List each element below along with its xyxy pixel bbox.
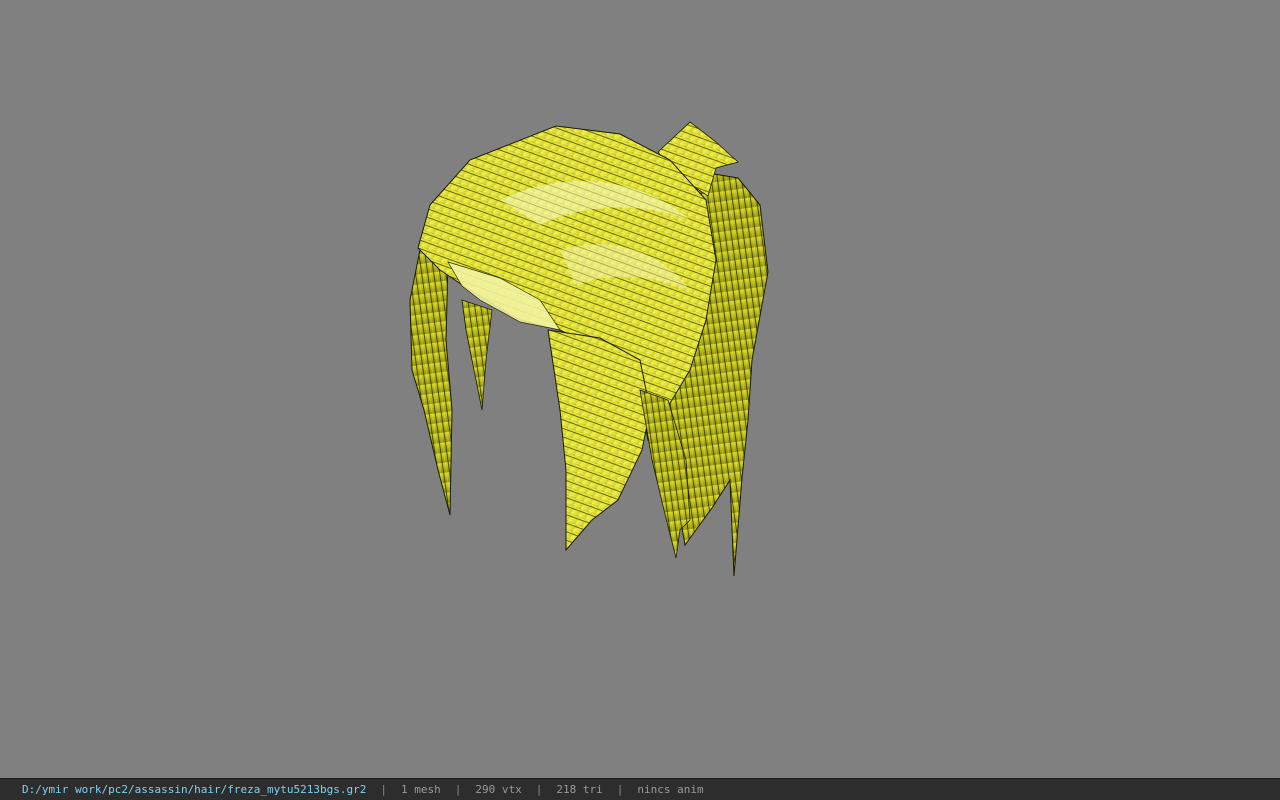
triangle-count: 218 tri <box>556 783 603 796</box>
status-separator: | <box>535 783 543 796</box>
status-bar: D:/ymir work/pc2/assassin/hair/freza_myt… <box>0 778 1280 800</box>
file-path: D:/ymir work/pc2/assassin/hair/freza_myt… <box>22 783 367 796</box>
status-separator: | <box>454 783 462 796</box>
hair-strand-front <box>547 329 651 552</box>
animation-status: nincs anim <box>637 783 704 796</box>
mesh-count: 1 mesh <box>401 783 441 796</box>
status-separator: | <box>616 783 624 796</box>
status-separator: | <box>380 783 387 796</box>
hair-mesh-model[interactable] <box>0 0 1280 778</box>
vertex-count: 290 vtx <box>475 783 522 796</box>
3d-viewport[interactable] <box>0 0 1280 778</box>
hair-strand-left-inner <box>461 299 493 411</box>
hair-strand-left <box>409 249 453 516</box>
